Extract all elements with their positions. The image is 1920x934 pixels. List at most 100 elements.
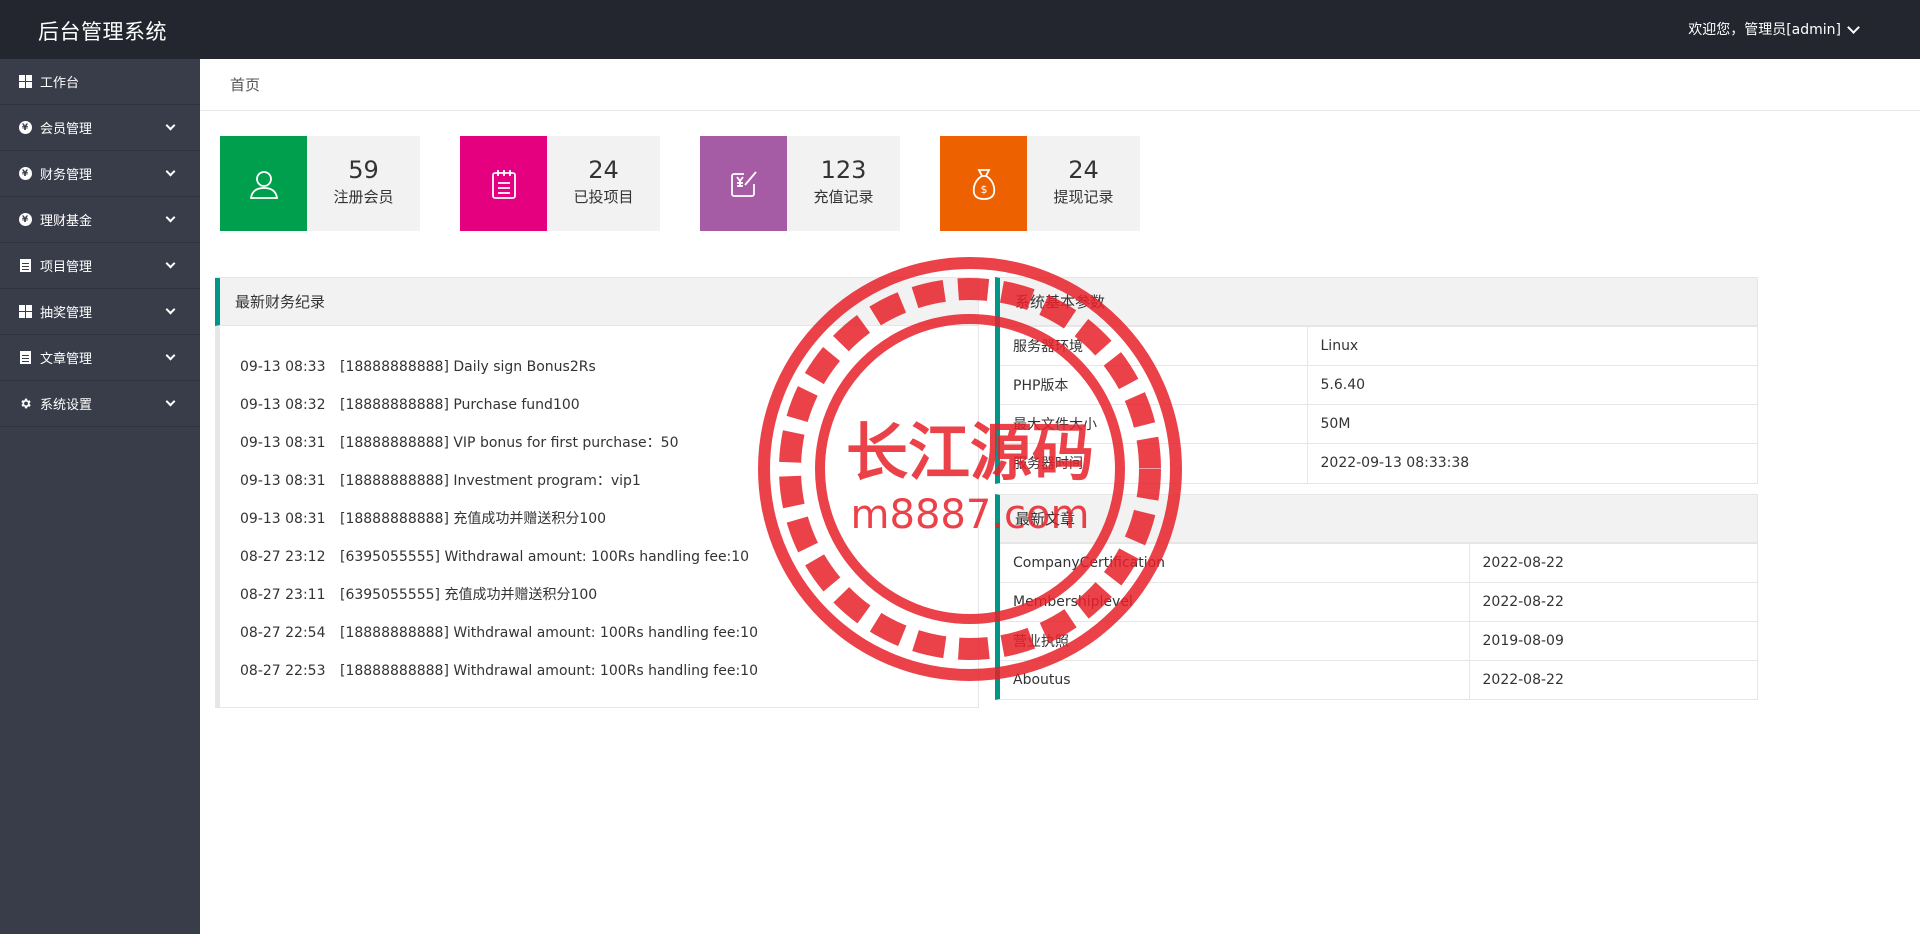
table-row[interactable]: CompanyCertification 2022-08-22 — [1000, 542, 1757, 582]
chevron-down-icon — [165, 120, 176, 131]
money-bag-icon: $ — [940, 136, 1027, 231]
table-cell: 5.6.40 — [1307, 365, 1757, 405]
panel-title: 最新财务纪录 — [215, 278, 978, 326]
article-title[interactable]: 营业执照 — [1000, 620, 1470, 660]
log-text: [18888888888] VIP bonus for first purcha… — [340, 435, 679, 451]
panel-title: 最新文章 — [1000, 494, 1757, 543]
log-time: 08-27 22:53 — [240, 663, 326, 679]
sidebar-item-label: 项目管理 — [40, 260, 93, 275]
stat-value: 123 — [820, 156, 867, 184]
log-time: 09-13 08:31 — [240, 435, 326, 451]
sidebar-item-dashboard[interactable]: 工作台 — [0, 59, 200, 105]
chevron-down-icon — [165, 166, 176, 177]
table-row[interactable]: 营业执照 2019-08-09 — [1000, 620, 1757, 660]
article-date: 2022-08-22 — [1469, 581, 1757, 621]
sidebar-item-settings[interactable]: 系统设置 — [0, 381, 200, 427]
right-column: 系统基本参数 服务器环境 Linux PHP版本 5.6.40 最大文件大小 50M … — [995, 277, 1758, 700]
table-row: 服务器环境 Linux — [1000, 326, 1757, 366]
log-time: 08-27 23:12 — [240, 549, 326, 565]
table-cell: 50M — [1307, 404, 1757, 444]
list-item: 09-13 08:31 [18888888888] VIP bonus for f… — [240, 424, 978, 462]
breadcrumb-home[interactable]: 首页 — [230, 76, 260, 94]
sidebar-item-label: 系统设置 — [40, 398, 93, 413]
finance-panel: 最新财务纪录 09-13 08:33 [18888888888] Daily si… — [215, 277, 979, 708]
sidebar-item-finance[interactable]: ¥ 财务管理 — [0, 151, 200, 197]
system-params-panel: 系统基本参数 服务器环境 Linux PHP版本 5.6.40 最大文件大小 50M … — [995, 277, 1758, 484]
list-item: 08-27 23:12 [6395055555] Withdrawal amoun… — [240, 538, 978, 576]
log-text: [18888888888] Withdrawal amount: 100Rs h… — [340, 625, 758, 641]
sidebar-item-articles[interactable]: 文章管理 — [0, 335, 200, 381]
chevron-down-icon — [165, 258, 176, 269]
log-text: [18888888888] Daily sign Bonus2Rs — [340, 359, 596, 375]
finance-list: 09-13 08:33 [18888888888] Daily sign Bonu… — [220, 326, 978, 690]
sidebar-item-lottery[interactable]: 抽奖管理 — [0, 289, 200, 335]
table-row[interactable]: Aboutus 2022-08-22 — [1000, 659, 1757, 699]
log-time: 08-27 23:11 — [240, 587, 326, 603]
log-text: [6395055555] Withdrawal amount: 100Rs ha… — [340, 549, 750, 565]
stats-row: 59 注册会员 24 已投项目 123 充值记录 $ 24 提现记录 — [220, 136, 1140, 231]
stat-value: 24 — [588, 156, 619, 184]
system-params-table: 服务器环境 Linux PHP版本 5.6.40 最大文件大小 50M 服务器时间 20… — [1000, 326, 1757, 483]
user-greeting: 欢迎您，管理员[admin] — [1688, 22, 1841, 38]
app-brand: 后台管理系统 — [38, 20, 167, 44]
list-item: 09-13 08:33 [18888888888] Daily sign Bonu… — [240, 348, 978, 386]
log-text: [18888888888] 充值成功并赠送积分100 — [340, 511, 607, 527]
list-item: 08-27 23:11 [6395055555] 充值成功并赠送积分100 — [240, 576, 978, 614]
log-time: 09-13 08:32 — [240, 397, 326, 413]
article-title[interactable]: CompanyCertification — [1000, 542, 1470, 582]
stat-label: 注册会员 — [333, 188, 394, 206]
panel-title: 系统基本参数 — [1000, 278, 1757, 326]
stat-label: 已投项目 — [573, 188, 634, 206]
svg-text:$: $ — [980, 183, 987, 196]
breadcrumb: 首页 — [200, 59, 1920, 111]
stat-card-withdraw[interactable]: $ 24 提现记录 — [940, 136, 1140, 231]
stat-card-projects[interactable]: 24 已投项目 — [460, 136, 660, 231]
grid-icon — [18, 305, 32, 319]
log-text: [6395055555] 充值成功并赠送积分100 — [340, 587, 598, 603]
dashboard-icon — [18, 75, 32, 89]
article-date: 2022-08-22 — [1469, 659, 1757, 699]
sidebar-item-label: 财务管理 — [40, 168, 93, 183]
log-time: 09-13 08:31 — [240, 473, 326, 489]
article-title[interactable]: Aboutus — [1000, 659, 1470, 699]
yen-coin-icon: ¥ — [18, 121, 32, 135]
sidebar-item-label: 文章管理 — [40, 352, 93, 367]
gear-icon — [18, 397, 32, 411]
sidebar-item-label: 抽奖管理 — [40, 306, 93, 321]
stat-value: 59 — [348, 156, 379, 184]
chevron-down-icon — [165, 212, 176, 223]
article-date: 2022-08-22 — [1469, 542, 1757, 582]
document-icon — [18, 259, 32, 273]
sidebar-item-funds[interactable]: ¥ 理财基金 — [0, 197, 200, 243]
latest-articles-table: CompanyCertification 2022-08-22 Membershi… — [1000, 542, 1757, 699]
table-cell: Linux — [1307, 326, 1757, 366]
sidebar-item-members[interactable]: ¥ 会员管理 — [0, 105, 200, 151]
user-icon — [220, 136, 307, 231]
stat-value: 24 — [1068, 156, 1099, 184]
stat-card-recharge[interactable]: 123 充值记录 — [700, 136, 900, 231]
main-content: 首页 59 注册会员 24 已投项目 123 充值记录 $ 24 提现记录 最新… — [200, 59, 1920, 934]
list-item: 09-13 08:31 [18888888888] Investment prog… — [240, 462, 978, 500]
table-cell: 2022-09-13 08:33:38 — [1307, 443, 1757, 483]
chevron-down-icon — [165, 396, 176, 407]
sidebar-item-label: 理财基金 — [40, 214, 93, 229]
article-title[interactable]: Membershiplevel — [1000, 581, 1470, 621]
yen-coin-icon: ¥ — [18, 167, 32, 181]
chevron-down-icon — [1847, 20, 1860, 34]
sidebar-item-label: 会员管理 — [40, 122, 93, 137]
list-item: 09-13 08:31 [18888888888] 充值成功并赠送积分100 — [240, 500, 978, 538]
sidebar-item-projects[interactable]: 项目管理 — [0, 243, 200, 289]
clipboard-icon — [460, 136, 547, 231]
user-menu[interactable]: 欢迎您，管理员[admin] — [1688, 19, 1860, 39]
chevron-down-icon — [165, 304, 176, 315]
table-row[interactable]: Membershiplevel 2022-08-22 — [1000, 581, 1757, 621]
log-time: 09-13 08:33 — [240, 359, 326, 375]
list-item: 09-13 08:32 [18888888888] Purchase fund10… — [240, 386, 978, 424]
stat-card-members[interactable]: 59 注册会员 — [220, 136, 420, 231]
table-cell: PHP版本 — [1000, 365, 1308, 405]
table-cell: 服务器环境 — [1000, 326, 1308, 366]
sidebar-item-label: 工作台 — [40, 76, 80, 91]
list-item: 08-27 22:53 [18888888888] Withdrawal amou… — [240, 652, 978, 690]
yen-edit-icon — [700, 136, 787, 231]
log-text: [18888888888] Investment program：vip1 — [340, 473, 641, 489]
